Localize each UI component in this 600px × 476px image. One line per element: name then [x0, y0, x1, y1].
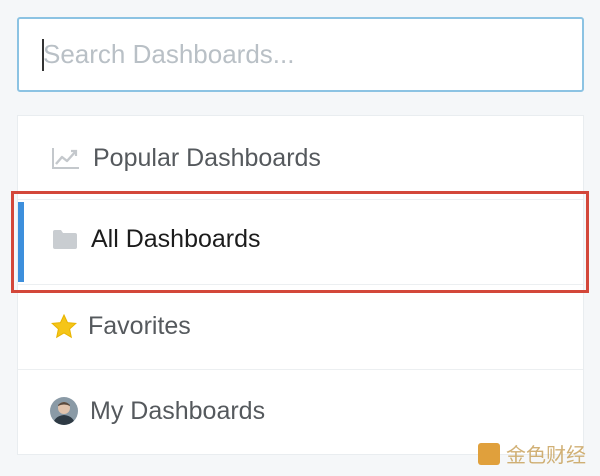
folder-icon: [52, 229, 78, 250]
star-icon: [51, 313, 77, 339]
nav-item-all-dashboards[interactable]: All Dashboards: [18, 197, 583, 281]
watermark-logo-icon: [478, 442, 500, 465]
nav-item-label: My Dashboards: [90, 396, 266, 425]
nav-item-label: Favorites: [88, 311, 191, 340]
nav-item-label: Popular Dashboards: [93, 143, 321, 172]
nav-item-label: All Dashboards: [91, 224, 261, 253]
nav-item-favorites[interactable]: Favorites: [18, 284, 583, 368]
user-avatar: [50, 397, 78, 425]
trend-chart-icon: [52, 147, 80, 169]
search-input[interactable]: [41, 19, 563, 90]
watermark: 金色财经: [478, 439, 586, 468]
watermark-text: 金色财经: [506, 443, 586, 467]
dashboard-nav-list: Popular Dashboards All Dashboards Favori…: [17, 115, 584, 455]
search-box[interactable]: [17, 17, 584, 92]
nav-item-popular-dashboards[interactable]: Popular Dashboards: [18, 116, 583, 200]
text-caret: [42, 39, 44, 71]
